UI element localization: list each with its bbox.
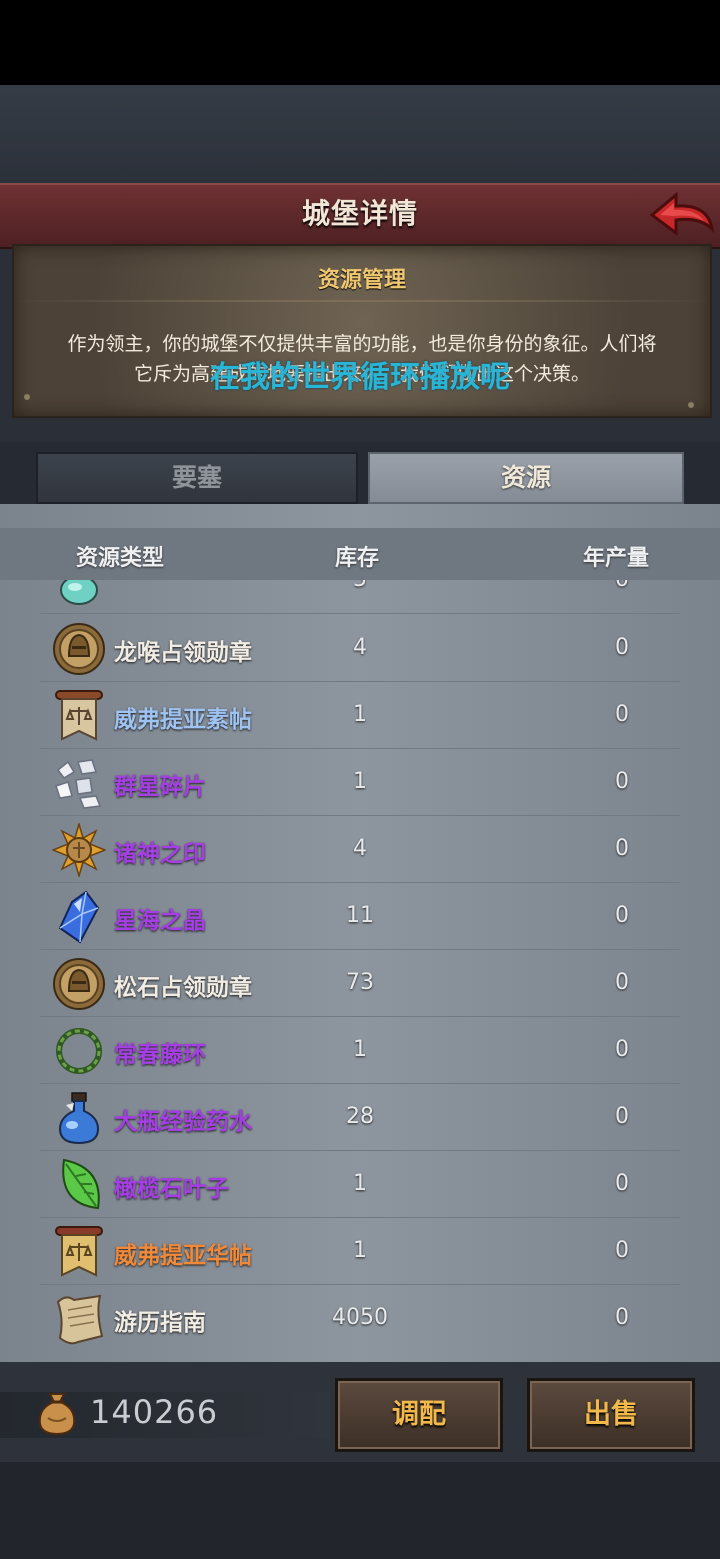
yearly-value: 0 (615, 1037, 629, 1062)
table-row[interactable]: 龙喉占领勋章 4 0 (0, 615, 720, 682)
resource-name: 常春藤环 (114, 1042, 206, 1068)
sun-seal-icon (52, 823, 106, 877)
tab-fortress[interactable]: 要塞 (36, 452, 358, 504)
table-row[interactable]: 星海之晶 11 0 (0, 883, 720, 950)
column-header-stock: 库存 (335, 546, 380, 571)
column-header-type: 资源类型 (76, 546, 165, 571)
stock-value: 4050 (332, 1305, 388, 1330)
stock-value: 1 (353, 1238, 367, 1263)
scroll-scale-icon (55, 1226, 103, 1277)
title-bar: 城堡详情 (0, 183, 720, 249)
table-row[interactable]: 大瓶经验药水 28 0 (0, 1084, 720, 1151)
overlay-caption: 在我的世界循环播放呢 (210, 360, 510, 395)
yearly-value: 0 (615, 1238, 629, 1263)
page-title: 城堡详情 (301, 197, 418, 230)
gold-amount: 140266 (90, 1393, 219, 1431)
resource-name: 诸神之印 (114, 841, 206, 867)
resource-name: 威弗提亚素帖 (114, 707, 252, 733)
tab-resources[interactable]: 资源 (368, 452, 684, 504)
table-row[interactable]: 松石占领勋章 73 0 (0, 950, 720, 1017)
rivet-icon (688, 402, 694, 408)
table-row[interactable]: 橄榄石叶子 1 0 (0, 1151, 720, 1218)
resource-name: 游历指南 (114, 1310, 206, 1336)
back-arrow-icon[interactable] (646, 189, 716, 243)
yearly-value: 0 (615, 903, 629, 928)
yearly-value: 0 (615, 1171, 629, 1196)
table-row[interactable]: 5 0 (0, 580, 720, 614)
parchment-map-icon (56, 1294, 104, 1345)
yearly-value: 0 (572, 580, 672, 592)
divider (14, 300, 710, 302)
yearly-value: 0 (615, 635, 629, 660)
table-row[interactable]: 游历指南 4050 0 (0, 1285, 720, 1352)
yearly-value: 0 (615, 1305, 629, 1330)
laurel-wreath-icon (56, 1028, 102, 1074)
resource-name: 橄榄石叶子 (114, 1176, 229, 1202)
stock-value: 1 (353, 1037, 367, 1062)
medal-icon (53, 958, 105, 1010)
resource-name: 星海之晶 (114, 908, 206, 934)
medal-icon (53, 623, 105, 675)
resource-name: 威弗提亚华帖 (114, 1243, 252, 1269)
info-heading: 资源管理 (317, 268, 406, 293)
sell-button[interactable]: 出售 (527, 1378, 695, 1452)
table-row[interactable]: 常春藤环 1 0 (0, 1017, 720, 1084)
yearly-value: 0 (615, 769, 629, 794)
gold-bag-icon (38, 1393, 76, 1436)
bottom-background (0, 1462, 720, 1559)
scroll-scale-icon (55, 690, 103, 741)
table-row[interactable]: 群星碎片 1 0 (0, 749, 720, 816)
table-row[interactable]: 威弗提亚华帖 1 0 (0, 1218, 720, 1285)
stock-value: 73 (346, 970, 374, 995)
resource-name: 大瓶经验药水 (114, 1109, 252, 1135)
stock-value: 4 (353, 635, 367, 660)
column-header-yearly: 年产量 (583, 546, 650, 571)
resource-name: 龙喉占领勋章 (114, 640, 252, 666)
resource-name: 松石占领勋章 (114, 975, 252, 1001)
table-row[interactable]: 威弗提亚素帖 1 0 (0, 682, 720, 749)
yearly-value: 0 (615, 836, 629, 861)
yearly-value: 0 (615, 702, 629, 727)
stock-value: 28 (346, 1104, 374, 1129)
resource-name: 群星碎片 (114, 774, 206, 800)
table-row[interactable]: 诸神之印 4 0 (0, 816, 720, 883)
status-bar-area (0, 0, 720, 85)
background (0, 85, 720, 185)
yearly-value: 0 (615, 1104, 629, 1129)
stock-value: 1 (353, 702, 367, 727)
potion-bottle-icon (58, 1092, 100, 1145)
stock-value: 1 (353, 769, 367, 794)
stock-value: 5 (310, 580, 410, 592)
potion-icon (60, 580, 98, 605)
stock-value: 11 (346, 903, 374, 928)
star-shards-icon (55, 759, 102, 809)
crystal-icon (58, 890, 100, 944)
resource-list[interactable]: 5 0 龙喉占领勋章 4 0 威弗提亚素帖 1 0 (0, 580, 720, 1362)
stock-value: 4 (353, 836, 367, 861)
yearly-value: 0 (615, 970, 629, 995)
allocate-button[interactable]: 调配 (335, 1378, 503, 1452)
leaf-icon (62, 1158, 100, 1210)
stock-value: 1 (353, 1171, 367, 1196)
row-divider (40, 613, 680, 614)
